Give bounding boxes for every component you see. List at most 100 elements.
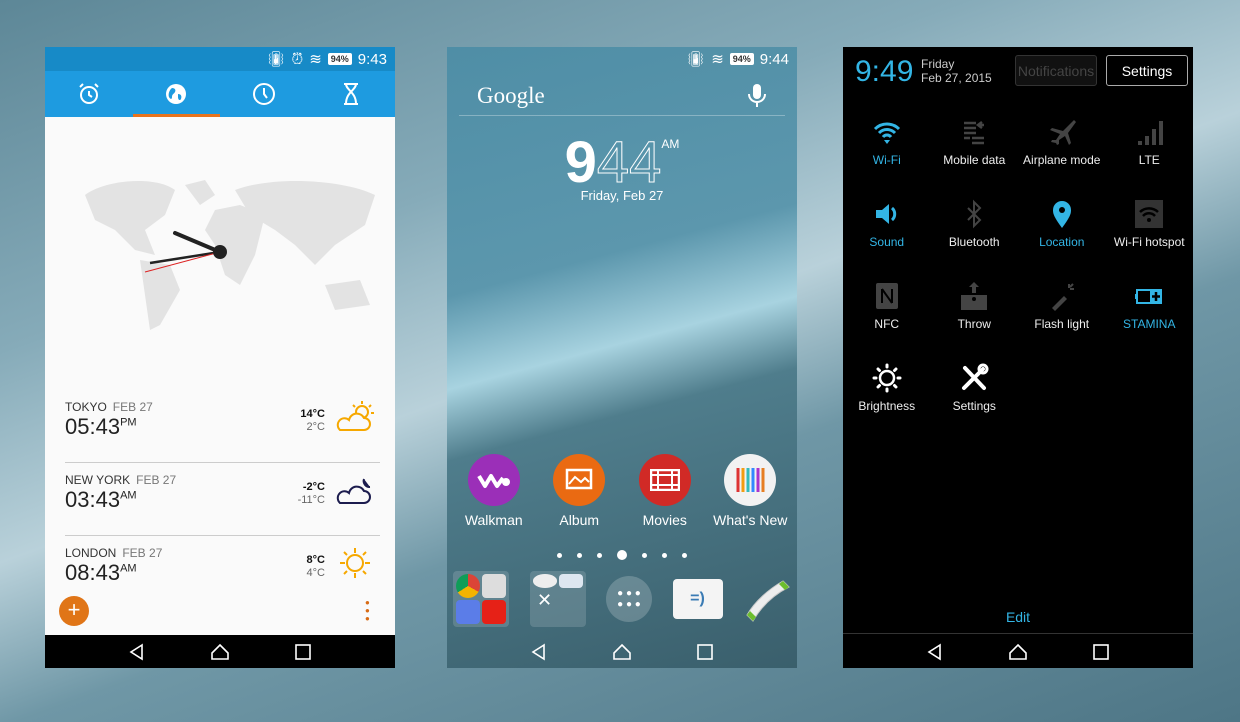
world-clock-screen: 📳︎ ⏰︎ ≋ 94% 9:43 TOKYO FEB 27 05:43PM 14°C 2…: [45, 47, 395, 668]
home-icon[interactable]: [612, 642, 632, 662]
home-icon[interactable]: [210, 642, 230, 662]
city-date: FEB 27: [136, 473, 177, 487]
battery-icon: [1135, 289, 1163, 304]
app-drawer-button[interactable]: ● ● ● ● ● ●: [606, 576, 652, 622]
navigation-bar: [45, 635, 395, 668]
recents-icon[interactable]: [695, 642, 715, 662]
status-bar: 📳︎ ⏰︎ ≋ 94% 9:43: [45, 47, 395, 71]
tile-wi-fi[interactable]: Wi-Fi: [843, 117, 931, 173]
tile-wi-fi-hotspot[interactable]: Wi-Fi hotspot: [1106, 199, 1194, 255]
tile-sound[interactable]: Sound: [843, 199, 931, 255]
low-temp: -11°C: [297, 494, 325, 506]
city-name: TOKYO FEB 27: [65, 400, 153, 414]
page-dot[interactable]: [597, 552, 602, 558]
clock-icon: [252, 83, 275, 105]
battery-indicator: 94%: [327, 53, 352, 65]
tile-label: LTE: [1138, 153, 1160, 167]
quick-settings-screen: 9:49 Friday Feb 27, 2015 Notifications Se…: [843, 47, 1193, 668]
city-row[interactable]: TOKYO FEB 27 05:43PM 14°C 2°C: [65, 390, 380, 463]
app-row: Walkman Album Movies What's New: [447, 454, 797, 528]
globe-icon: [166, 84, 187, 104]
city-row[interactable]: NEW YORK FEB 27 03:43AM -2°C -11°C: [65, 463, 380, 536]
page-dot[interactable]: [557, 552, 562, 558]
app-album[interactable]: Album: [537, 454, 623, 528]
city-row[interactable]: LONDON FEB 27 08:43AM 8°C 4°C: [65, 536, 380, 609]
app-movies[interactable]: Movies: [622, 454, 708, 528]
city-time: 03:43AM: [65, 487, 137, 513]
vibrate-icon: 📳︎: [266, 51, 286, 68]
brightness-icon: [872, 363, 902, 393]
add-city-button[interactable]: +: [59, 596, 89, 626]
settings-tab-button[interactable]: Settings: [1106, 55, 1188, 86]
back-icon[interactable]: [127, 642, 147, 662]
temperatures: 8°C 4°C: [307, 554, 325, 580]
google-apps-folder[interactable]: [453, 571, 509, 627]
low-temp: 2°C: [306, 421, 325, 433]
app-whats-new[interactable]: What's New: [708, 454, 794, 528]
phone-icon[interactable]: [743, 575, 791, 623]
high-temp: -2°C: [302, 481, 325, 493]
recents-icon[interactable]: [293, 642, 313, 662]
tile-label: Wi-Fi hotspot: [1113, 235, 1185, 249]
play-store-icon: [482, 574, 506, 598]
tile-mobile-data[interactable]: Mobile data: [931, 117, 1019, 173]
page-dot[interactable]: [662, 552, 667, 558]
cloudy-night-icon: [336, 478, 371, 504]
wifi-status-icon: ≋: [711, 51, 724, 68]
location-icon: [1052, 201, 1071, 228]
nfc-icon: [875, 283, 898, 309]
tile-throw[interactable]: Throw: [931, 281, 1019, 337]
status-bar: 📳︎ ≋ 94% 9:44: [447, 47, 797, 71]
app-walkman[interactable]: Walkman: [451, 454, 537, 528]
back-icon[interactable]: [529, 642, 549, 662]
walkman-label: Walkman: [464, 512, 523, 528]
page-dot[interactable]: [682, 552, 687, 558]
city-time: 05:43PM: [65, 414, 137, 440]
tab-stopwatch[interactable]: [308, 71, 396, 117]
wifi-status-icon: ≋: [309, 51, 322, 68]
tile-label: Bluetooth: [948, 235, 1000, 249]
time-ampm: PM: [120, 416, 137, 429]
tab-timer[interactable]: [220, 71, 308, 117]
chrome-icon: [456, 574, 480, 598]
tools-folder[interactable]: ✕: [529, 571, 586, 627]
tile-flash-light[interactable]: Flash light: [1018, 281, 1106, 337]
tab-alarm[interactable]: [45, 71, 133, 117]
world-map-clock: [85, 180, 375, 330]
messaging-icon[interactable]: =): [672, 579, 723, 619]
page-dot[interactable]: [617, 550, 627, 560]
album-icon: [553, 454, 606, 506]
edit-button[interactable]: Edit: [843, 609, 1193, 625]
tile-settings[interactable]: Settings: [931, 363, 1019, 419]
microphone-icon[interactable]: [747, 83, 767, 109]
back-icon[interactable]: [925, 642, 945, 662]
tile-location[interactable]: Location: [1018, 199, 1106, 255]
walkman-icon: [467, 454, 520, 506]
partly-sunny-icon: [336, 401, 374, 431]
youtube-icon: [482, 600, 506, 624]
tile-nfc[interactable]: NFC: [843, 281, 931, 337]
clock-widget[interactable]: 944AM: [447, 129, 797, 196]
quick-settings-time: 9:49: [855, 55, 914, 88]
recents-icon[interactable]: [1091, 642, 1111, 662]
page-dot[interactable]: [577, 552, 582, 558]
home-icon[interactable]: [1008, 642, 1028, 662]
tab-world-clock[interactable]: [132, 71, 221, 117]
tile-lte[interactable]: LTE: [1106, 117, 1194, 173]
hourglass-icon: [344, 83, 359, 105]
notifications-tab-button[interactable]: Notifications: [1015, 55, 1097, 86]
tile-label: STAMINA: [1123, 317, 1176, 331]
tile-stamina[interactable]: STAMINA: [1106, 281, 1194, 337]
time-value: 05:43: [65, 414, 121, 439]
page-dot[interactable]: [642, 552, 647, 558]
city-name: LONDON FEB 27: [65, 546, 162, 560]
alarm-status-icon: ⏰︎: [291, 50, 304, 68]
google-search-bar[interactable]: Google: [477, 83, 545, 109]
page-indicator: [447, 550, 797, 560]
status-time: 9:43: [357, 50, 387, 68]
movies-label: Movies: [642, 512, 687, 528]
tile-brightness[interactable]: Brightness: [843, 363, 931, 419]
tile-bluetooth[interactable]: Bluetooth: [931, 199, 1019, 255]
tile-airplane-mode[interactable]: Airplane mode: [1018, 117, 1106, 173]
more-options-icon[interactable]: ● ● ●: [365, 599, 371, 623]
